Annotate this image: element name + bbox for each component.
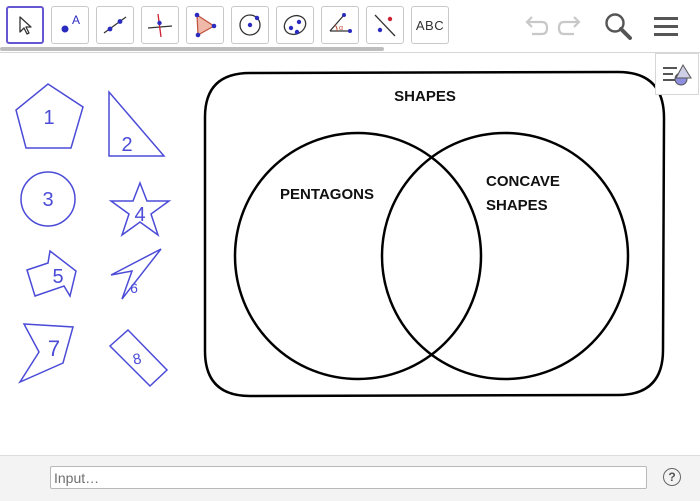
venn-concave-circle[interactable]	[380, 131, 630, 381]
algebra-input-field[interactable]	[50, 466, 647, 489]
text-tool-button[interactable]: ABC	[411, 6, 449, 44]
venn-pentagons-circle[interactable]	[233, 131, 483, 381]
perpendicular-line-icon	[147, 13, 173, 38]
circle-center-icon	[239, 14, 261, 36]
undo-icon	[525, 16, 549, 36]
shape-2-right-triangle[interactable]: 2	[108, 89, 166, 157]
shape-6-arrowhead[interactable]: 6	[110, 248, 162, 300]
venn-diagram: SHAPES PENTAGONS CONCAVE SHAPES	[203, 70, 666, 398]
shape-5-number: 5	[52, 266, 63, 288]
venn-right-label-line2: SHAPES	[486, 197, 548, 214]
circle-tool-button[interactable]	[231, 6, 269, 44]
point-icon: A	[61, 13, 80, 33]
toolbar: A α ABC	[0, 0, 700, 53]
angle-tool-button[interactable]: α	[321, 6, 359, 44]
line-tool-button[interactable]	[96, 6, 134, 44]
shape-3-number: 3	[42, 189, 53, 211]
polygon-tool-button[interactable]	[186, 6, 224, 44]
shape-6-number: 6	[130, 280, 138, 296]
shape-2-number: 2	[121, 134, 132, 156]
line-icon	[103, 16, 127, 34]
shape-7-concave-pentagon[interactable]: 7	[18, 323, 74, 384]
search-button[interactable]	[602, 10, 634, 42]
shape-8-number: 8	[131, 350, 143, 368]
shape-7-number: 7	[48, 336, 60, 361]
shape-8-rectangle[interactable]: 8	[108, 328, 169, 388]
toolbar-scrollbar[interactable]	[0, 47, 384, 51]
reflect-tool-button[interactable]	[366, 6, 404, 44]
shape-1-pentagon[interactable]: 1	[15, 83, 84, 149]
style-bar-icon	[663, 63, 692, 86]
angle-icon: α	[329, 13, 352, 33]
shape-3-circle[interactable]: 3	[20, 171, 76, 227]
reflect-icon	[374, 14, 396, 37]
svg-text:A: A	[72, 13, 80, 27]
move-tool-button[interactable]	[6, 6, 44, 44]
text-tool-label: ABC	[415, 17, 445, 33]
conic-tool-button[interactable]	[276, 6, 314, 44]
venn-universe-label: SHAPES	[394, 88, 456, 105]
help-icon: ?	[668, 470, 676, 484]
venn-left-label: PENTAGONS	[280, 186, 374, 203]
search-icon	[605, 13, 632, 40]
svg-text:α: α	[339, 25, 343, 32]
polygon-icon	[194, 12, 217, 38]
shape-4-number: 4	[134, 204, 145, 226]
undo-button[interactable]	[519, 10, 551, 42]
redo-button[interactable]	[555, 10, 587, 42]
input-bar: ?	[0, 455, 700, 501]
venn-right-label-line1: CONCAVE	[486, 173, 560, 190]
input-help-button[interactable]: ?	[663, 468, 681, 486]
menu-icon	[654, 17, 678, 36]
style-bar-toggle-button[interactable]	[655, 53, 699, 95]
redo-icon	[557, 16, 581, 36]
point-tool-button[interactable]: A	[51, 6, 89, 44]
graphics-view[interactable]: 1 2 3 4 5 6 7 8 SHAPES PENTAGONS CONCAVE…	[0, 53, 700, 455]
shape-4-star[interactable]: 4	[108, 180, 172, 237]
shape-5-arrow-shape[interactable]: 5	[26, 249, 77, 298]
main-menu-button[interactable]	[650, 10, 682, 42]
shape-1-number: 1	[43, 107, 54, 129]
perpendicular-line-tool-button[interactable]	[141, 6, 179, 44]
move-arrow-icon	[19, 16, 32, 35]
ellipse-icon	[283, 14, 307, 36]
